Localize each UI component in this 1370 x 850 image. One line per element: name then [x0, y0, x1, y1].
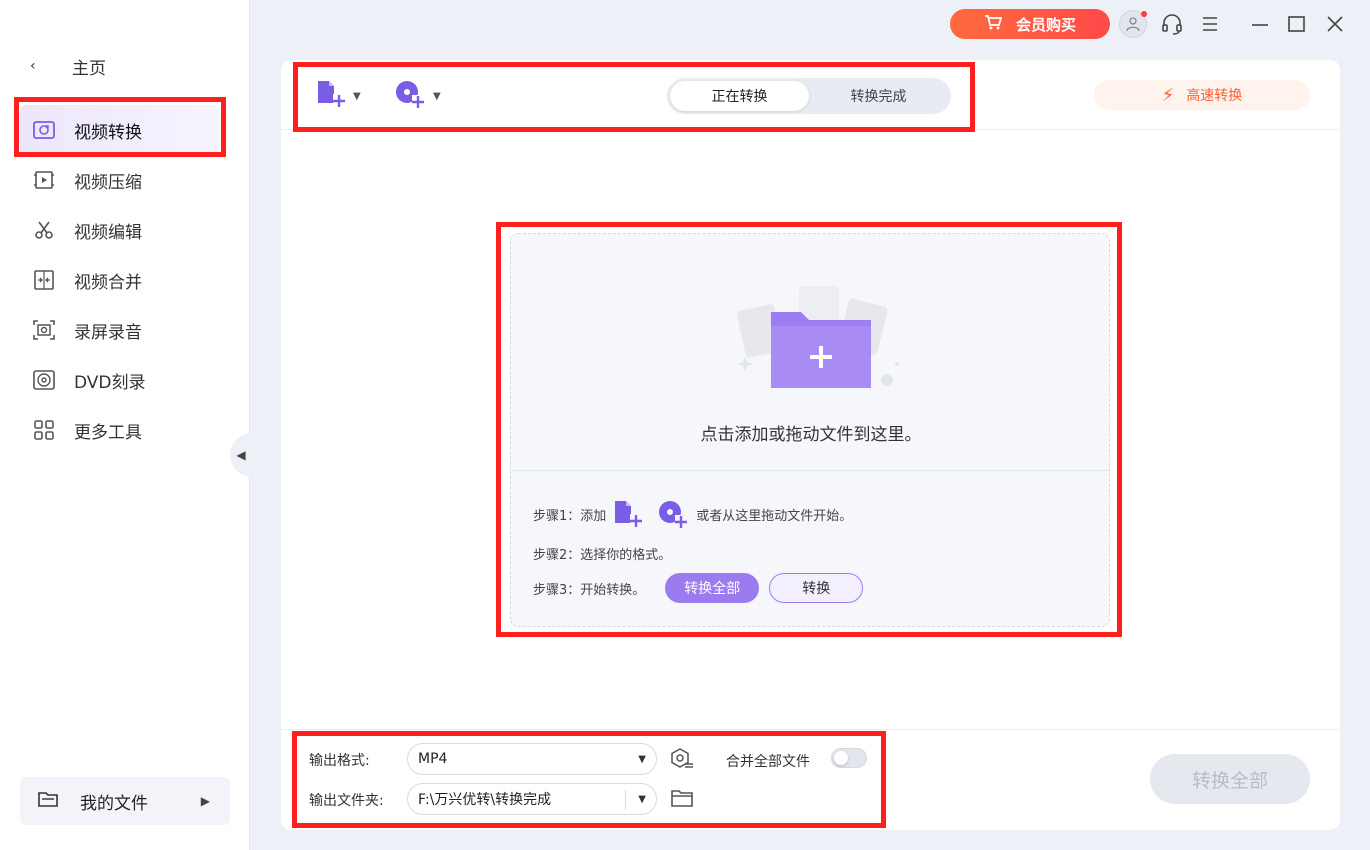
lightning-icon: ⚡	[1161, 84, 1175, 106]
sidebar-item-label: 更多工具	[74, 422, 142, 443]
format-settings-icon[interactable]	[669, 746, 695, 772]
sidebar-item-video-convert[interactable]: 视频转换	[20, 105, 220, 155]
sidebar-item-label: 视频合并	[74, 272, 142, 293]
sidebar-item-label: 视频编辑	[74, 222, 142, 243]
tab-completed[interactable]: 转换完成	[809, 81, 948, 111]
chevron-down-icon: ▼	[638, 793, 646, 805]
cart-icon	[984, 14, 1003, 34]
output-folder-value: F:\万兴优转\转换完成	[418, 792, 552, 808]
step-convert-button[interactable]: 转换	[769, 573, 864, 603]
merge-all-toggle[interactable]	[831, 748, 867, 768]
toggle-knob	[834, 751, 848, 765]
output-folder-label: 输出文件夹:	[309, 793, 384, 809]
disc-icon	[32, 368, 56, 392]
high-speed-convert-button[interactable]: ⚡ 高速转换	[1094, 80, 1310, 110]
home-link[interactable]: ‹ 主页	[30, 52, 106, 80]
screen-record-icon	[32, 318, 56, 342]
chevron-left-icon: ‹	[30, 58, 36, 74]
sidebar: ‹ 主页 视频转换 视频压缩 视频编辑 视频合并 录屏录音 DVD刻录 更多工具…	[0, 0, 250, 850]
chevron-down-icon: ▼	[638, 753, 646, 765]
open-folder-icon[interactable]	[669, 785, 695, 811]
bottom-divider	[281, 729, 1340, 730]
headset-icon[interactable]	[1160, 12, 1184, 36]
sidebar-item-video-edit[interactable]: 视频编辑	[20, 205, 220, 255]
toolbar-divider	[281, 129, 1340, 130]
output-folder-select[interactable]: F:\万兴优转\转换完成 ▼	[407, 783, 657, 815]
scissors-icon	[32, 218, 56, 242]
chevron-right-icon: ▶	[200, 794, 210, 808]
merge-icon	[32, 268, 56, 292]
step-2: 步骤2：选择你的格式。	[533, 544, 671, 563]
drop-divider	[511, 470, 1109, 471]
output-format-select[interactable]: MP4 ▼	[407, 743, 657, 775]
sidebar-item-more-tools[interactable]: 更多工具	[20, 405, 220, 455]
drop-hint: 点击添加或拖动文件到这里。	[700, 425, 922, 445]
sidebar-item-video-compress[interactable]: 视频压缩	[20, 155, 220, 205]
chevron-down-icon: ▼	[433, 90, 441, 102]
video-compress-icon	[32, 168, 56, 192]
grid-icon	[32, 418, 56, 442]
maximize-icon[interactable]	[1285, 12, 1309, 36]
merge-all-label: 合并全部文件	[726, 754, 810, 770]
user-avatar-icon[interactable]	[1119, 10, 1147, 38]
sidebar-item-screen-record[interactable]: 录屏录音	[20, 305, 220, 355]
minimize-icon[interactable]	[1248, 12, 1272, 36]
vip-purchase-button[interactable]: 会员购买	[950, 9, 1110, 39]
add-disc-button[interactable]: ▼	[393, 80, 441, 112]
convert-all-button[interactable]: 转换全部	[1150, 754, 1310, 804]
add-file-icon[interactable]	[612, 499, 644, 529]
video-convert-icon	[32, 118, 56, 142]
sidebar-item-dvd-burn[interactable]: DVD刻录	[20, 355, 220, 405]
tab-converting[interactable]: 正在转换	[670, 81, 809, 111]
status-tabs: 正在转换 转换完成	[667, 78, 951, 114]
output-format-label: 输出格式:	[309, 753, 370, 769]
step-1-suffix: 或者从这里拖动文件开始。	[696, 508, 853, 524]
menu-icon[interactable]	[1198, 12, 1222, 36]
add-folder-illustration	[721, 282, 901, 402]
speed-label: 高速转换	[1186, 88, 1243, 104]
folder-icon	[38, 791, 60, 812]
sidebar-item-label: 录屏录音	[74, 322, 142, 343]
add-disc-icon[interactable]	[656, 499, 690, 529]
sidebar-item-label: 视频转换	[74, 122, 142, 143]
sidebar-nav: 视频转换 视频压缩 视频编辑 视频合并 录屏录音 DVD刻录 更多工具	[20, 105, 220, 455]
step-3-text: 步骤3：开始转换。	[533, 582, 646, 598]
select-divider	[625, 790, 626, 810]
add-disc-icon	[393, 79, 427, 113]
notification-dot	[1141, 11, 1147, 17]
step-2-text: 步骤2：选择你的格式。	[533, 548, 672, 563]
vip-label: 会员购买	[1015, 15, 1076, 34]
home-label: 主页	[72, 58, 106, 79]
my-files-label: 我的文件	[80, 793, 148, 814]
step-1-prefix: 步骤1：添加	[533, 508, 607, 524]
step-3: 步骤3：开始转换。 转换全部 转换	[533, 573, 864, 603]
sidebar-item-video-merge[interactable]: 视频合并	[20, 255, 220, 305]
my-files-button[interactable]: 我的文件 ▶	[20, 777, 230, 825]
sidebar-item-label: 视频压缩	[74, 172, 142, 193]
add-file-button[interactable]: ▼	[315, 80, 361, 112]
close-icon[interactable]	[1323, 12, 1347, 36]
sidebar-item-label: DVD刻录	[74, 372, 146, 393]
main-panel: ▼ ▼ 正在转换 转换完成 ⚡ 高速转换 点击添加或拖动文件到这里。 步骤1：添…	[281, 60, 1340, 830]
chevron-left-icon: ◀	[236, 448, 246, 462]
chevron-down-icon: ▼	[353, 90, 361, 102]
step-convert-all-button[interactable]: 转换全部	[665, 573, 760, 603]
output-format-value: MP4	[418, 751, 448, 767]
step-1: 步骤1：添加 或者从这里拖动文件开始。	[533, 499, 852, 529]
file-drop-zone[interactable]: 点击添加或拖动文件到这里。 步骤1：添加 或者从这里拖动文件开始。 步骤2：选择…	[510, 233, 1110, 627]
add-file-icon	[315, 79, 347, 113]
